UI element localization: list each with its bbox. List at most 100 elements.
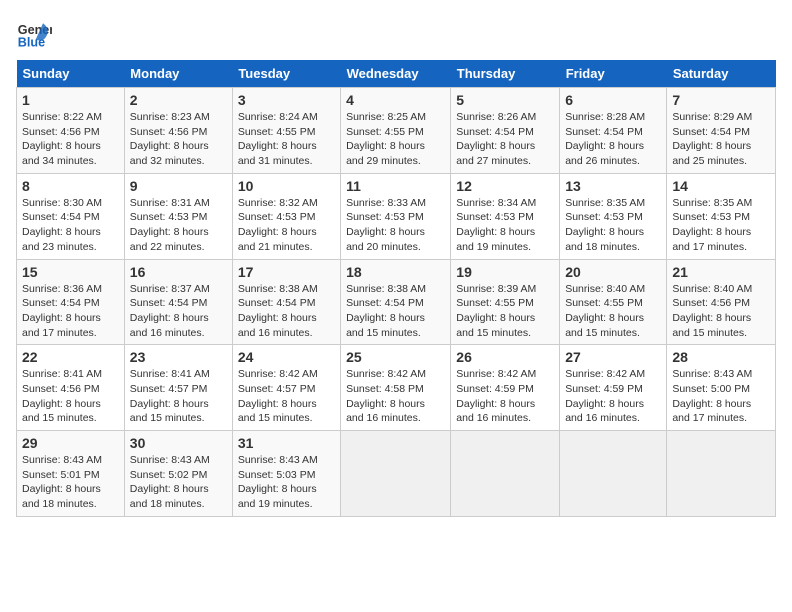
day-info: Sunrise: 8:22 AM Sunset: 4:56 PM Dayligh… (22, 110, 119, 169)
col-header-friday: Friday (560, 60, 667, 88)
day-info: Sunrise: 8:35 AM Sunset: 4:53 PM Dayligh… (672, 196, 770, 255)
day-number: 28 (672, 349, 770, 365)
calendar-cell: 13 Sunrise: 8:35 AM Sunset: 4:53 PM Dayli… (560, 173, 667, 259)
day-number: 17 (238, 264, 335, 280)
day-number: 29 (22, 435, 119, 451)
day-number: 6 (565, 92, 661, 108)
day-number: 23 (130, 349, 227, 365)
calendar-cell: 8 Sunrise: 8:30 AM Sunset: 4:54 PM Daylig… (17, 173, 125, 259)
day-info: Sunrise: 8:42 AM Sunset: 4:59 PM Dayligh… (565, 367, 661, 426)
column-headers: SundayMondayTuesdayWednesdayThursdayFrid… (17, 60, 776, 88)
calendar-cell: 6Sunrise: 8:28 AM Sunset: 4:54 PM Daylig… (560, 88, 667, 174)
day-number: 24 (238, 349, 335, 365)
day-number: 25 (346, 349, 445, 365)
day-info: Sunrise: 8:31 AM Sunset: 4:53 PM Dayligh… (130, 196, 227, 255)
day-number: 22 (22, 349, 119, 365)
logo-icon: General Blue (16, 16, 52, 52)
day-number: 26 (456, 349, 554, 365)
day-number: 4 (346, 92, 445, 108)
day-info: Sunrise: 8:38 AM Sunset: 4:54 PM Dayligh… (238, 282, 335, 341)
day-number: 18 (346, 264, 445, 280)
col-header-tuesday: Tuesday (232, 60, 340, 88)
week-row-3: 15 Sunrise: 8:36 AM Sunset: 4:54 PM Dayli… (17, 259, 776, 345)
calendar-cell (451, 431, 560, 517)
day-info: Sunrise: 8:34 AM Sunset: 4:53 PM Dayligh… (456, 196, 554, 255)
calendar-cell: 28 Sunrise: 8:43 AM Sunset: 5:00 PM Dayli… (667, 345, 776, 431)
calendar-cell: 19 Sunrise: 8:39 AM Sunset: 4:55 PM Dayli… (451, 259, 560, 345)
day-info: Sunrise: 8:43 AM Sunset: 5:02 PM Dayligh… (130, 453, 227, 512)
calendar-cell: 7 Sunrise: 8:29 AM Sunset: 4:54 PM Daylig… (667, 88, 776, 174)
week-row-1: 1 Sunrise: 8:22 AM Sunset: 4:56 PM Daylig… (17, 88, 776, 174)
calendar-cell: 14 Sunrise: 8:35 AM Sunset: 4:53 PM Dayli… (667, 173, 776, 259)
day-number: 21 (672, 264, 770, 280)
day-number: 10 (238, 178, 335, 194)
page-header: General Blue (16, 16, 776, 52)
day-info: Sunrise: 8:35 AM Sunset: 4:53 PM Dayligh… (565, 196, 661, 255)
calendar-cell: 21 Sunrise: 8:40 AM Sunset: 4:56 PM Dayli… (667, 259, 776, 345)
calendar-cell: 3 Sunrise: 8:24 AM Sunset: 4:55 PM Daylig… (232, 88, 340, 174)
day-number: 3 (238, 92, 335, 108)
calendar-cell (341, 431, 451, 517)
day-info: Sunrise: 8:39 AM Sunset: 4:55 PM Dayligh… (456, 282, 554, 341)
day-info: Sunrise: 8:32 AM Sunset: 4:53 PM Dayligh… (238, 196, 335, 255)
day-info: Sunrise: 8:40 AM Sunset: 4:56 PM Dayligh… (672, 282, 770, 341)
calendar-cell: 1 Sunrise: 8:22 AM Sunset: 4:56 PM Daylig… (17, 88, 125, 174)
day-number: 20 (565, 264, 661, 280)
day-info: Sunrise: 8:24 AM Sunset: 4:55 PM Dayligh… (238, 110, 335, 169)
day-info: Sunrise: 8:41 AM Sunset: 4:57 PM Dayligh… (130, 367, 227, 426)
day-info: Sunrise: 8:33 AM Sunset: 4:53 PM Dayligh… (346, 196, 445, 255)
calendar-cell: 17 Sunrise: 8:38 AM Sunset: 4:54 PM Dayli… (232, 259, 340, 345)
calendar-cell: 27Sunrise: 8:42 AM Sunset: 4:59 PM Dayli… (560, 345, 667, 431)
calendar-cell: 15 Sunrise: 8:36 AM Sunset: 4:54 PM Dayli… (17, 259, 125, 345)
calendar-cell (667, 431, 776, 517)
day-number: 19 (456, 264, 554, 280)
day-info: Sunrise: 8:37 AM Sunset: 4:54 PM Dayligh… (130, 282, 227, 341)
day-number: 8 (22, 178, 119, 194)
day-info: Sunrise: 8:40 AM Sunset: 4:55 PM Dayligh… (565, 282, 661, 341)
day-info: Sunrise: 8:43 AM Sunset: 5:01 PM Dayligh… (22, 453, 119, 512)
day-info: Sunrise: 8:42 AM Sunset: 4:57 PM Dayligh… (238, 367, 335, 426)
day-number: 31 (238, 435, 335, 451)
day-info: Sunrise: 8:25 AM Sunset: 4:55 PM Dayligh… (346, 110, 445, 169)
day-number: 16 (130, 264, 227, 280)
calendar-cell: 10 Sunrise: 8:32 AM Sunset: 4:53 PM Dayli… (232, 173, 340, 259)
day-info: Sunrise: 8:29 AM Sunset: 4:54 PM Dayligh… (672, 110, 770, 169)
day-number: 2 (130, 92, 227, 108)
week-row-2: 8 Sunrise: 8:30 AM Sunset: 4:54 PM Daylig… (17, 173, 776, 259)
day-info: Sunrise: 8:26 AM Sunset: 4:54 PM Dayligh… (456, 110, 554, 169)
day-number: 14 (672, 178, 770, 194)
day-info: Sunrise: 8:36 AM Sunset: 4:54 PM Dayligh… (22, 282, 119, 341)
calendar-cell: 16 Sunrise: 8:37 AM Sunset: 4:54 PM Dayli… (124, 259, 232, 345)
calendar-cell: 31Sunrise: 8:43 AM Sunset: 5:03 PM Dayli… (232, 431, 340, 517)
calendar-cell (560, 431, 667, 517)
day-number: 15 (22, 264, 119, 280)
calendar-cell: 5 Sunrise: 8:26 AM Sunset: 4:54 PM Daylig… (451, 88, 560, 174)
day-number: 9 (130, 178, 227, 194)
calendar-table: SundayMondayTuesdayWednesdayThursdayFrid… (16, 60, 776, 517)
calendar-cell: 25 Sunrise: 8:42 AM Sunset: 4:58 PM Dayli… (341, 345, 451, 431)
col-header-thursday: Thursday (451, 60, 560, 88)
day-number: 1 (22, 92, 119, 108)
day-number: 13 (565, 178, 661, 194)
calendar-cell: 23 Sunrise: 8:41 AM Sunset: 4:57 PM Dayli… (124, 345, 232, 431)
day-number: 12 (456, 178, 554, 194)
day-info: Sunrise: 8:41 AM Sunset: 4:56 PM Dayligh… (22, 367, 119, 426)
day-info: Sunrise: 8:42 AM Sunset: 4:59 PM Dayligh… (456, 367, 554, 426)
calendar-cell: 18Sunrise: 8:38 AM Sunset: 4:54 PM Dayli… (341, 259, 451, 345)
col-header-sunday: Sunday (17, 60, 125, 88)
calendar-cell: 30 Sunrise: 8:43 AM Sunset: 5:02 PM Dayli… (124, 431, 232, 517)
col-header-monday: Monday (124, 60, 232, 88)
day-info: Sunrise: 8:23 AM Sunset: 4:56 PM Dayligh… (130, 110, 227, 169)
day-number: 30 (130, 435, 227, 451)
calendar-cell: 4 Sunrise: 8:25 AM Sunset: 4:55 PM Daylig… (341, 88, 451, 174)
day-number: 5 (456, 92, 554, 108)
day-info: Sunrise: 8:43 AM Sunset: 5:00 PM Dayligh… (672, 367, 770, 426)
col-header-wednesday: Wednesday (341, 60, 451, 88)
calendar-cell: 20 Sunrise: 8:40 AM Sunset: 4:55 PM Dayli… (560, 259, 667, 345)
day-number: 7 (672, 92, 770, 108)
day-info: Sunrise: 8:30 AM Sunset: 4:54 PM Dayligh… (22, 196, 119, 255)
day-info: Sunrise: 8:42 AM Sunset: 4:58 PM Dayligh… (346, 367, 445, 426)
day-number: 11 (346, 178, 445, 194)
calendar-cell: 26 Sunrise: 8:42 AM Sunset: 4:59 PM Dayli… (451, 345, 560, 431)
calendar-cell: 2 Sunrise: 8:23 AM Sunset: 4:56 PM Daylig… (124, 88, 232, 174)
